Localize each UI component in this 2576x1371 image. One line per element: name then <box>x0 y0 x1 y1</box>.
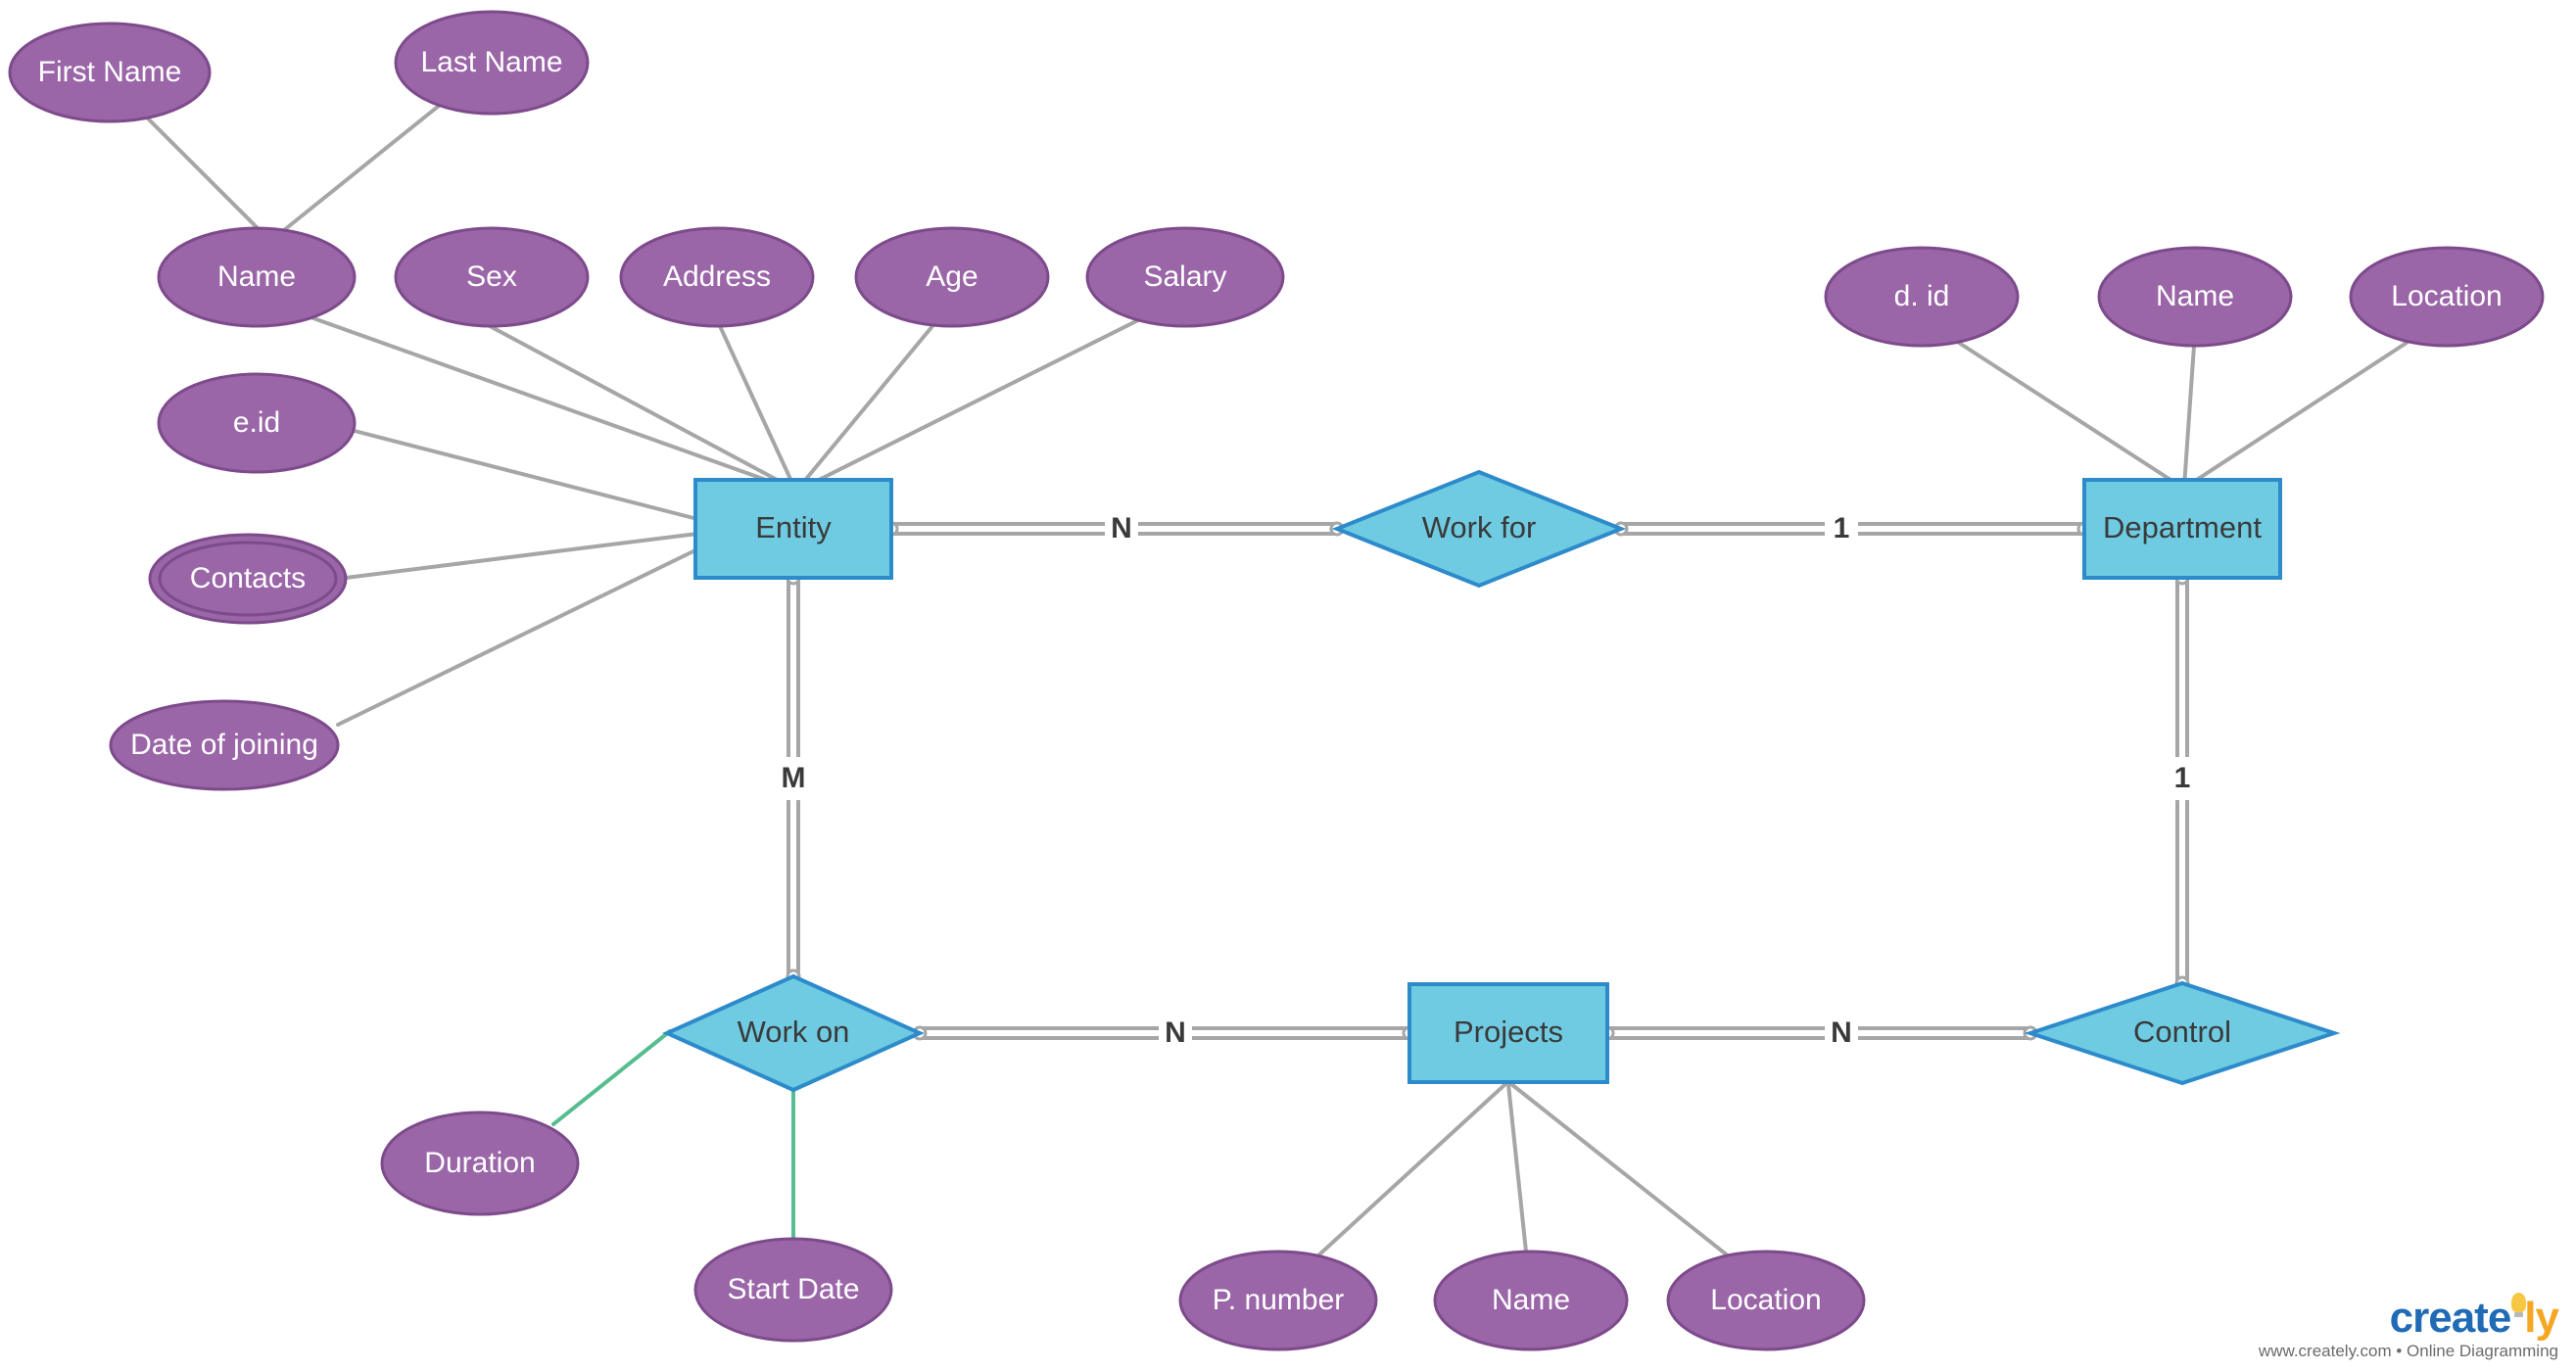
link-locdept-dept[interactable] <box>2184 341 2409 489</box>
link-locproj-projects[interactable] <box>1509 1082 1731 1258</box>
card-entity-workfor-label: N <box>1111 512 1132 544</box>
entity-department[interactable]: Department <box>2082 478 2282 580</box>
attribute-label-location-dept: Location <box>2391 280 2502 312</box>
card-workon-projects-label: N <box>1165 1016 1186 1049</box>
watermark-tagline: www.creately.com • Online Diagramming <box>2258 1342 2558 1360</box>
link-address-entity[interactable] <box>718 324 797 492</box>
attribute-p-number[interactable]: P. number <box>1178 1250 1378 1351</box>
card-workfor-department: 1 <box>1825 507 1858 550</box>
attribute-start-date[interactable]: Start Date <box>693 1237 893 1343</box>
link-namedept-dept[interactable] <box>2182 344 2196 489</box>
link-eid-entity[interactable] <box>353 429 699 521</box>
lightbulb-icon <box>2511 1293 2527 1317</box>
entity-projects[interactable]: Projects <box>1407 982 1609 1084</box>
link-salary-entity[interactable] <box>797 316 1144 492</box>
card-entity-workfor: N <box>1105 507 1138 550</box>
link-firstname-name[interactable] <box>145 116 262 232</box>
attribute-label-start-date: Start Date <box>727 1273 859 1305</box>
cardinality-label-layer: N 1 M 1 N N <box>777 507 2199 1055</box>
relationship-control[interactable]: Control <box>2024 980 2341 1086</box>
attribute-label-p-number: P. number <box>1213 1284 1345 1316</box>
link-contacts-entity[interactable] <box>344 532 699 580</box>
relationship-work-for[interactable]: Work for <box>1331 469 1627 589</box>
attribute-location-proj[interactable]: Location <box>1666 1250 1866 1351</box>
attribute-label-age: Age <box>926 260 978 293</box>
attribute-label-name-employee: Name <box>217 260 296 293</box>
attribute-address[interactable]: Address <box>619 226 815 328</box>
relationship-label-work-on: Work on <box>738 1015 850 1049</box>
entity-label-department: Department <box>2103 510 2262 544</box>
attribute-label-date-of-joining: Date of joining <box>130 729 318 761</box>
attribute-label-name-dept: Name <box>2156 280 2234 312</box>
creately-watermark[interactable]: create ly www.creately.com • Online Diagr… <box>2258 1293 2559 1361</box>
rel-projects-control[interactable] <box>1599 1025 2038 1041</box>
attribute-d-id[interactable]: d. id <box>1824 246 2020 348</box>
attribute-last-name[interactable]: Last Name <box>394 10 590 116</box>
card-department-control: 1 <box>2166 757 2199 800</box>
attribute-label-contacts: Contacts <box>190 562 306 594</box>
link-dateofjoining-entity[interactable] <box>336 546 701 727</box>
link-duration-workon[interactable] <box>551 1029 672 1126</box>
card-workfor-department-label: 1 <box>1834 512 1850 544</box>
creately-logo: create ly <box>2259 1293 2559 1342</box>
attribute-location-dept[interactable]: Location <box>2349 246 2545 348</box>
entity-entity[interactable]: Entity <box>693 478 893 580</box>
relationship-label-work-for: Work for <box>1422 510 1537 544</box>
attribute-e-id[interactable]: e.id <box>157 372 357 474</box>
card-entity-workon-label: M <box>782 762 806 794</box>
attribute-name-dept[interactable]: Name <box>2097 246 2293 348</box>
relationship-work-on[interactable]: Work on <box>662 973 925 1093</box>
card-projects-control-label: N <box>1831 1016 1852 1049</box>
attribute-label-sex: Sex <box>466 260 517 293</box>
link-lastname-name[interactable] <box>282 104 441 232</box>
card-workon-projects: N <box>1159 1012 1192 1055</box>
attribute-label-name-project: Name <box>1492 1284 1570 1316</box>
attribute-label-location-proj: Location <box>1710 1284 1821 1316</box>
card-department-control-label: 1 <box>2174 762 2191 794</box>
link-name-entity[interactable] <box>311 316 795 492</box>
attribute-first-name[interactable]: First Name <box>8 22 212 123</box>
link-sex-entity[interactable] <box>488 324 797 492</box>
relationship-label-control: Control <box>2133 1015 2231 1049</box>
attribute-duration[interactable]: Duration <box>380 1111 580 1216</box>
attribute-label-d-id: d. id <box>1894 280 1950 312</box>
attribute-salary[interactable]: Salary <box>1085 226 1285 328</box>
card-projects-control: N <box>1825 1012 1858 1055</box>
relationship-connector-layer <box>786 521 2190 1041</box>
watermark-brand-first: create <box>2389 1294 2512 1342</box>
watermark-brand-last: ly <box>2524 1294 2559 1342</box>
link-age-entity[interactable] <box>795 324 934 492</box>
attribute-contacts[interactable]: Contacts <box>148 533 348 625</box>
attribute-age[interactable]: Age <box>854 226 1050 328</box>
attribute-node-layer: First Name Last Name Name Sex Address Age Sala… <box>8 10 2545 1351</box>
entity-label-projects: Projects <box>1454 1015 1563 1049</box>
er-diagram-svg: First Name Last Name Name Sex Address Age Sala… <box>8 10 2545 1351</box>
attribute-label-first-name: First Name <box>38 56 182 88</box>
link-did-dept[interactable] <box>1957 341 2183 489</box>
attribute-sex[interactable]: Sex <box>394 226 590 328</box>
attribute-label-salary: Salary <box>1143 260 1226 293</box>
attribute-label-address: Address <box>663 260 771 293</box>
attribute-label-e-id: e.id <box>233 406 280 439</box>
attribute-name-project[interactable]: Name <box>1433 1250 1629 1351</box>
card-entity-workon: M <box>777 757 810 800</box>
link-pnumber-projects[interactable] <box>1315 1082 1507 1258</box>
attribute-date-of-joining[interactable]: Date of joining <box>109 699 340 791</box>
attribute-name-employee[interactable]: Name <box>157 226 357 328</box>
er-diagram-canvas: First Name Last Name Name Sex Address Age Sala… <box>0 0 2576 1371</box>
entity-label-entity: Entity <box>755 510 832 544</box>
attribute-label-duration: Duration <box>424 1147 535 1179</box>
attribute-label-last-name: Last Name <box>420 46 562 78</box>
link-nameproj-projects[interactable] <box>1506 1082 1528 1253</box>
